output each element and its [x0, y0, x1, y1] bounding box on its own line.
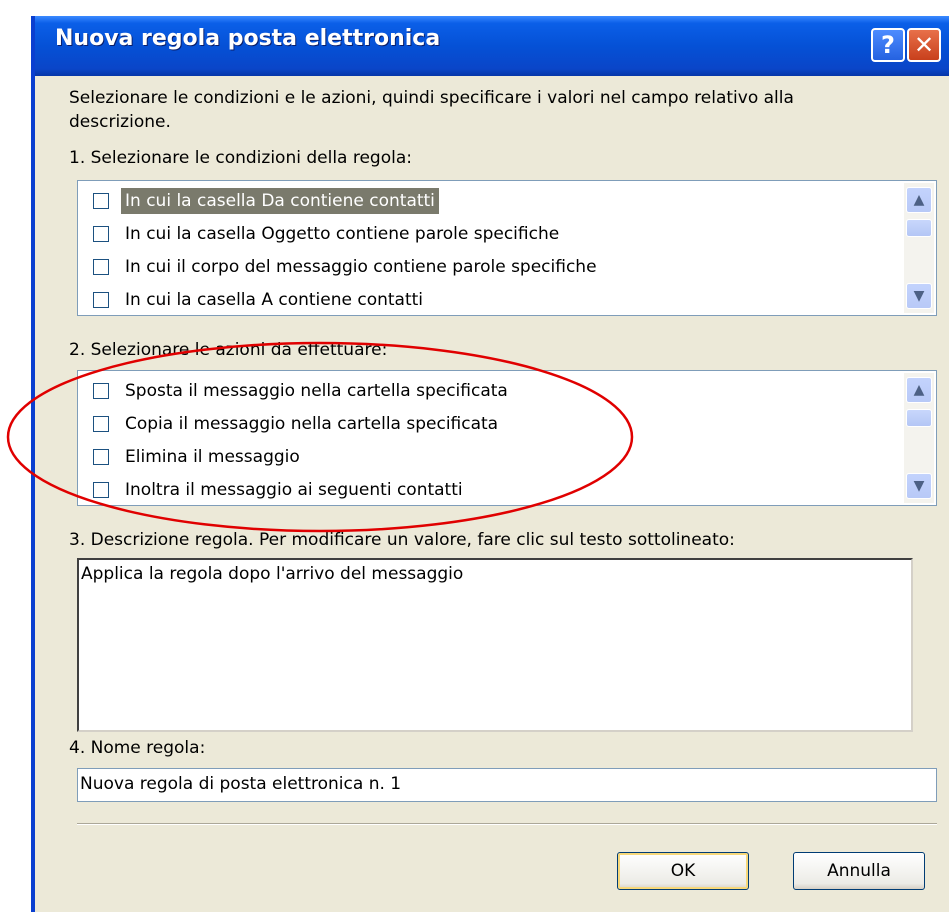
- intro-text-line2: descrizione.: [69, 112, 171, 132]
- list-item[interactable]: Elimina il messaggio: [82, 441, 898, 473]
- scroll-thumb[interactable]: [906, 219, 932, 237]
- checkbox[interactable]: [93, 449, 109, 465]
- condition-label: In cui la casella Oggetto contiene parol…: [125, 224, 560, 244]
- list-item[interactable]: Copia il messaggio nella cartella specif…: [82, 408, 898, 440]
- rule-name-label: 4. Nome regola:: [69, 738, 206, 758]
- rule-description-text: Applica la regola dopo l'arrivo del mess…: [81, 564, 464, 584]
- chevron-up-icon: ▲: [913, 192, 925, 208]
- intro-text: Selezionare le condizioni e le azioni, q…: [69, 88, 794, 108]
- close-icon: ✕: [913, 31, 935, 59]
- checkbox[interactable]: [93, 259, 109, 275]
- ok-button[interactable]: OK: [617, 852, 749, 890]
- actions-scrollbar[interactable]: ▲ ▼: [904, 373, 934, 503]
- condition-label: In cui il corpo del messaggio contiene p…: [125, 257, 597, 277]
- checkbox[interactable]: [93, 226, 109, 242]
- condition-label: In cui la casella A contiene contatti: [125, 290, 424, 310]
- conditions-label: 1. Selezionare le condizioni della regol…: [69, 148, 412, 168]
- actions-list[interactable]: Sposta il messaggio nella cartella speci…: [77, 370, 937, 506]
- divider: [77, 823, 937, 825]
- list-item[interactable]: Inoltra il messaggio ai seguenti contatt…: [82, 474, 898, 505]
- description-label: 3. Descrizione regola. Per modificare un…: [69, 530, 735, 550]
- help-button[interactable]: ?: [871, 28, 905, 62]
- list-item[interactable]: Sposta il messaggio nella cartella speci…: [82, 375, 898, 407]
- scroll-down-button[interactable]: ▼: [906, 283, 932, 309]
- rule-name-value: Nuova regola di posta elettronica n. 1: [80, 774, 402, 794]
- condition-label: In cui la casella Da contiene contatti: [121, 188, 439, 214]
- action-label: Elimina il messaggio: [125, 447, 300, 467]
- rule-name-input[interactable]: Nuova regola di posta elettronica n. 1: [77, 768, 937, 802]
- checkbox[interactable]: [93, 193, 109, 209]
- checkbox[interactable]: [93, 383, 109, 399]
- list-item[interactable]: In cui la casella Da contiene contatti: [82, 185, 898, 217]
- list-item[interactable]: In cui il corpo del messaggio contiene p…: [82, 251, 898, 283]
- list-item[interactable]: In cui la casella A contiene contatti: [82, 284, 898, 315]
- checkbox[interactable]: [93, 482, 109, 498]
- scroll-up-button[interactable]: ▲: [906, 377, 932, 403]
- action-label: Sposta il messaggio nella cartella speci…: [125, 381, 508, 401]
- action-label: Copia il messaggio nella cartella specif…: [125, 414, 499, 434]
- list-item[interactable]: In cui la casella Oggetto contiene parol…: [82, 218, 898, 250]
- close-button[interactable]: ✕: [907, 28, 941, 62]
- scroll-up-button[interactable]: ▲: [906, 187, 932, 213]
- background-window-text: [568, 0, 868, 6]
- title-bar[interactable]: Nuova regola posta elettronica ? ✕: [35, 16, 949, 76]
- rule-description-box[interactable]: Applica la regola dopo l'arrivo del mess…: [77, 558, 913, 732]
- conditions-list[interactable]: In cui la casella Da contiene contatti I…: [77, 180, 937, 316]
- chevron-up-icon: ▲: [913, 382, 925, 398]
- checkbox[interactable]: [93, 416, 109, 432]
- rule-dialog: Nuova regola posta elettronica ? ✕ Selez…: [31, 16, 949, 912]
- chevron-down-icon: ▼: [913, 288, 925, 304]
- actions-label: 2. Selezionare le azioni da effettuare:: [69, 340, 388, 360]
- checkbox[interactable]: [93, 292, 109, 308]
- help-icon: ?: [881, 31, 895, 59]
- action-label: Inoltra il messaggio ai seguenti contatt…: [125, 480, 463, 500]
- conditions-scrollbar[interactable]: ▲ ▼: [904, 183, 934, 313]
- scroll-down-button[interactable]: ▼: [906, 473, 932, 499]
- cancel-button[interactable]: Annulla: [793, 852, 925, 890]
- scroll-thumb[interactable]: [906, 409, 932, 427]
- window-title: Nuova regola posta elettronica: [55, 26, 441, 51]
- chevron-down-icon: ▼: [913, 478, 925, 494]
